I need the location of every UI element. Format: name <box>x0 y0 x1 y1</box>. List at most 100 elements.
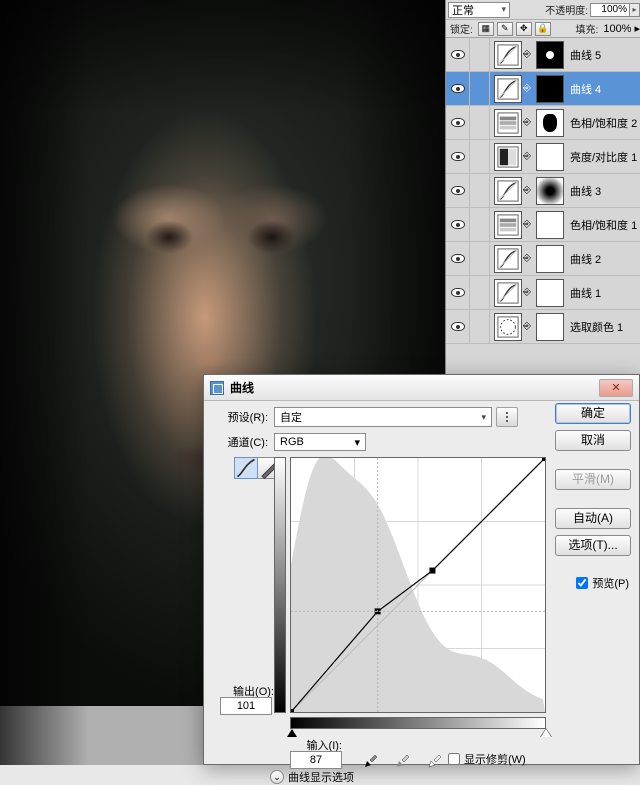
layer-link-col <box>470 106 490 140</box>
mask-thumbnail[interactable] <box>536 279 564 307</box>
preview-input[interactable] <box>576 577 588 589</box>
lock-transparency-button[interactable]: ▦ <box>478 22 494 36</box>
adjustment-thumbnail[interactable] <box>494 313 522 341</box>
curves-dialog: 曲线 ✕ 预设(R): 自定 ▾ 通道(C): RGB ▾ <box>203 374 640 765</box>
blend-mode-value: 正常 <box>452 2 474 18</box>
visibility-toggle[interactable] <box>446 276 470 310</box>
layer-row[interactable]: ⎆色相/饱和度 1 <box>446 208 640 242</box>
white-point-slider[interactable] <box>541 729 551 737</box>
mask-link-icon: ⎆ <box>522 185 532 196</box>
options-button[interactable]: 选项(T)... <box>555 535 631 556</box>
mask-link-icon: ⎆ <box>522 83 532 94</box>
visibility-toggle[interactable] <box>446 242 470 276</box>
black-eyedropper[interactable] <box>360 747 382 769</box>
visibility-toggle[interactable] <box>446 208 470 242</box>
lock-all-button[interactable]: 🔒 <box>535 22 551 36</box>
layer-name: 色相/饱和度 1 <box>570 217 637 233</box>
mask-thumbnail[interactable] <box>536 211 564 239</box>
cancel-button[interactable]: 取消 <box>555 430 631 451</box>
show-clipping-input[interactable] <box>448 753 460 765</box>
visibility-toggle[interactable] <box>446 174 470 208</box>
layer-name: 色相/饱和度 2 <box>570 115 637 131</box>
layer-link-col <box>470 174 490 208</box>
visibility-toggle[interactable] <box>446 106 470 140</box>
fill-field[interactable]: 100% <box>603 23 631 35</box>
layers-list: ⎆曲线 5⎆曲线 4⎆色相/饱和度 2⎆亮度/对比度 1⎆曲线 3⎆色相/饱和度… <box>446 38 640 344</box>
smooth-button[interactable]: 平滑(M) <box>555 469 631 490</box>
layer-link-col <box>470 38 490 72</box>
layer-row[interactable]: ⎆ 曲线 1 <box>446 276 640 310</box>
adjustment-thumbnail[interactable] <box>494 143 522 171</box>
preset-value: 自定 <box>280 409 302 425</box>
fill-dropdown[interactable]: ▸ <box>634 22 640 35</box>
layer-name: 曲线 3 <box>570 183 601 199</box>
eye-icon <box>451 50 465 59</box>
input-gradient-bar <box>290 717 546 729</box>
opacity-label: 不透明度: <box>545 2 588 17</box>
adjustment-thumbnail[interactable] <box>494 75 522 103</box>
layer-link-col <box>470 208 490 242</box>
visibility-toggle[interactable] <box>446 38 470 72</box>
visibility-toggle[interactable] <box>446 310 470 344</box>
eye-icon <box>451 186 465 195</box>
output-field[interactable]: 101 <box>220 697 272 715</box>
layer-row[interactable]: ⎆选取颜色 1 <box>446 310 640 344</box>
visibility-toggle[interactable] <box>446 72 470 106</box>
layer-name: 选取颜色 1 <box>570 319 623 335</box>
preview-checkbox[interactable]: 预览(P) <box>576 575 629 591</box>
layer-row[interactable]: ⎆曲线 4 <box>446 72 640 106</box>
adjustment-thumbnail[interactable] <box>494 177 522 205</box>
lock-image-button[interactable]: ✎ <box>497 22 513 36</box>
layer-row[interactable]: ⎆曲线 5 <box>446 38 640 72</box>
opacity-field[interactable]: 100% <box>590 3 630 17</box>
layer-row[interactable]: ⎆ 色相/饱和度 2 <box>446 106 640 140</box>
gray-eyedropper[interactable] <box>392 747 414 769</box>
layer-name: 曲线 1 <box>570 285 601 301</box>
preset-select[interactable]: 自定 ▾ <box>274 407 492 427</box>
dialog-titlebar[interactable]: 曲线 ✕ <box>204 375 639 401</box>
layer-link-col <box>470 140 490 174</box>
mask-thumbnail[interactable] <box>536 143 564 171</box>
visibility-toggle[interactable] <box>446 140 470 174</box>
mask-thumbnail[interactable] <box>536 41 564 69</box>
output-gradient-bar <box>274 457 286 713</box>
chevron-down-icon: ▾ <box>354 436 360 449</box>
layer-name: 曲线 2 <box>570 251 601 267</box>
close-button[interactable]: ✕ <box>599 379 633 397</box>
auto-button[interactable]: 自动(A) <box>555 508 631 529</box>
preview-label: 预览(P) <box>592 575 629 591</box>
curves-graph[interactable] <box>290 457 546 713</box>
mask-thumbnail[interactable] <box>536 75 564 103</box>
blend-mode-select[interactable]: 正常 ▾ <box>448 2 510 18</box>
ok-button[interactable]: 确定 <box>555 403 631 424</box>
mask-thumbnail[interactable] <box>536 177 564 205</box>
layer-name: 亮度/对比度 1 <box>570 149 637 165</box>
eye-icon <box>451 254 465 263</box>
adjustment-thumbnail[interactable] <box>494 109 522 137</box>
lock-position-button[interactable]: ✥ <box>516 22 532 36</box>
layer-row[interactable]: ⎆曲线 2 <box>446 242 640 276</box>
adjustment-thumbnail[interactable] <box>494 245 522 273</box>
preset-menu-button[interactable] <box>496 407 518 427</box>
mask-thumbnail[interactable] <box>536 245 564 273</box>
opacity-dropdown[interactable]: ▸ <box>630 3 640 17</box>
adjustment-thumbnail[interactable] <box>494 279 522 307</box>
mask-thumbnail[interactable] <box>536 109 564 137</box>
adjustment-thumbnail[interactable] <box>494 41 522 69</box>
input-field[interactable]: 87 <box>290 751 342 769</box>
channel-value: RGB <box>280 436 304 448</box>
dialog-title: 曲线 <box>230 379 254 396</box>
preset-label: 预设(R): <box>204 409 268 425</box>
layer-row[interactable]: ⎆亮度/对比度 1 <box>446 140 640 174</box>
black-point-slider[interactable] <box>287 729 297 737</box>
mask-link-icon: ⎆ <box>522 117 532 128</box>
channel-select[interactable]: RGB ▾ <box>274 433 366 451</box>
eye-icon <box>451 118 465 127</box>
layer-row[interactable]: ⎆ 曲线 3 <box>446 174 640 208</box>
adjustment-thumbnail[interactable] <box>494 211 522 239</box>
mask-link-icon: ⎆ <box>522 287 532 298</box>
expand-curve-options-button[interactable]: ⌄ <box>270 770 284 784</box>
curve-point-tool[interactable] <box>234 457 258 479</box>
mask-thumbnail[interactable] <box>536 313 564 341</box>
white-eyedropper[interactable] <box>424 747 446 769</box>
